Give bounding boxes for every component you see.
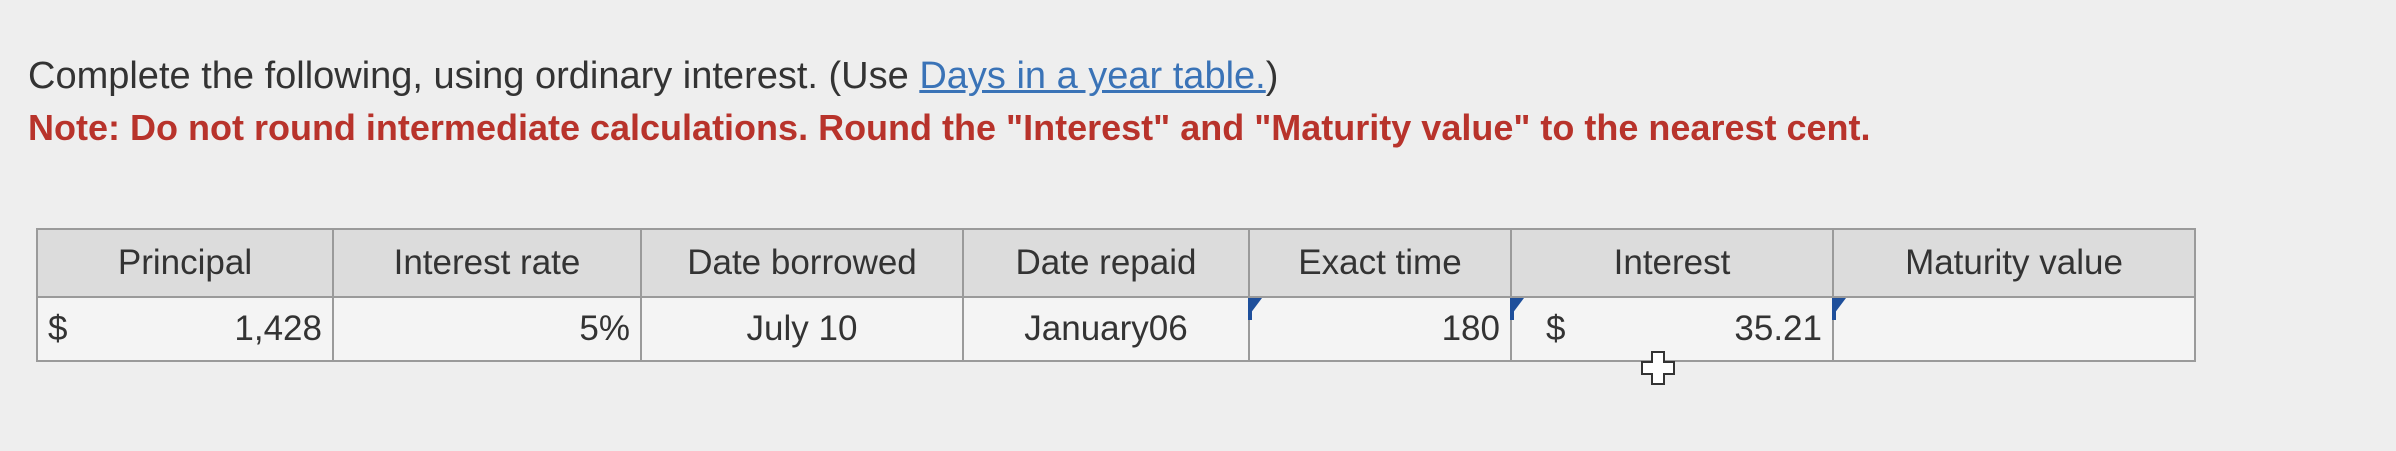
header-maturity-value: Maturity value bbox=[1832, 228, 2196, 298]
exact-time-input[interactable]: 180 bbox=[1248, 296, 1512, 362]
header-exact-time: Exact time bbox=[1248, 228, 1512, 298]
instruction-prefix: Complete the following, using ordinary i… bbox=[28, 55, 920, 97]
answer-marker-icon bbox=[1510, 298, 1514, 320]
header-interest: Interest bbox=[1510, 228, 1834, 298]
date-repaid-cell: January06 bbox=[962, 296, 1250, 362]
header-interest-rate: Interest rate bbox=[332, 228, 642, 298]
interest-currency: $ bbox=[1546, 309, 1566, 348]
header-principal: Principal bbox=[36, 228, 334, 298]
table-row: $ 1,428 5% July 10 January06 180 $ 35.21 bbox=[36, 296, 2196, 362]
principal-value: 1,428 bbox=[234, 309, 322, 348]
problem-table: Principal Interest rate Date borrowed Da… bbox=[36, 228, 2196, 362]
exact-time-value: 180 bbox=[1441, 309, 1500, 348]
move-cursor-icon bbox=[1641, 351, 1675, 385]
answer-marker-icon bbox=[1248, 298, 1252, 320]
header-row: Principal Interest rate Date borrowed Da… bbox=[36, 228, 2196, 298]
interest-rate-cell: 5% bbox=[332, 296, 642, 362]
instructions: Complete the following, using ordinary i… bbox=[28, 52, 1871, 152]
maturity-value-input[interactable] bbox=[1832, 296, 2196, 362]
instruction-suffix: ) bbox=[1265, 55, 1279, 97]
principal-cell: $ 1,428 bbox=[36, 296, 334, 362]
principal-currency: $ bbox=[48, 309, 68, 348]
header-date-repaid: Date repaid bbox=[962, 228, 1250, 298]
note-text: Note: Do not round intermediate calculat… bbox=[28, 107, 1871, 148]
days-in-year-link[interactable]: Days in a year table. bbox=[919, 55, 1265, 97]
instruction-text: Complete the following, using ordinary i… bbox=[28, 52, 1871, 100]
interest-value: 35.21 bbox=[1734, 309, 1822, 348]
answer-marker-icon bbox=[1832, 298, 1836, 320]
date-borrowed-cell: July 10 bbox=[640, 296, 964, 362]
header-date-borrowed: Date borrowed bbox=[640, 228, 964, 298]
